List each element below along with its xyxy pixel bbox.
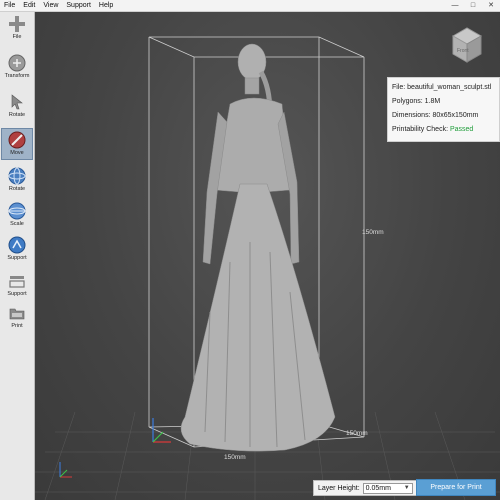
transform-icon — [8, 54, 26, 72]
info-dimensions: Dimensions: 80x65x150mm — [392, 112, 479, 119]
menu-support[interactable]: Support — [62, 0, 95, 11]
move-brush-icon — [8, 131, 26, 149]
view-cube-label: Front — [457, 48, 469, 54]
tool-scale[interactable]: Scale — [1, 200, 33, 232]
tool-label: Support — [7, 255, 27, 261]
tool-rotate-globe[interactable]: Rotate — [1, 165, 33, 197]
tool-support-tray[interactable]: Support — [1, 270, 33, 302]
printability-status: Passed — [449, 126, 474, 133]
plus-icon — [9, 16, 25, 32]
menu-edit[interactable]: Edit — [19, 0, 39, 11]
statue-model — [180, 43, 336, 452]
prepare-for-print-button[interactable]: Prepare for Print — [416, 479, 496, 496]
support-icon — [8, 236, 26, 254]
dimension-width-label: 150mm — [224, 454, 246, 461]
left-toolbar: File Transform Rotate Move Rotate Scale — [0, 12, 35, 500]
scale-globe-icon — [8, 202, 26, 220]
layer-height-control: Layer Height: 0.05mm ▼ — [313, 480, 418, 496]
view-cube-icon: Front — [451, 27, 483, 63]
tool-print[interactable]: Print — [1, 302, 33, 334]
tool-label: Scale — [10, 221, 24, 227]
tool-label: Move — [10, 150, 24, 156]
tool-label: File — [12, 34, 22, 40]
tool-label: Transform — [4, 73, 30, 79]
support-tray-icon — [9, 276, 25, 288]
tool-label: Rotate — [8, 112, 26, 118]
dimension-depth-label: 150mm — [346, 430, 368, 437]
bottom-controls: Layer Height: 0.05mm ▼ — [313, 479, 418, 497]
tool-transform[interactable]: Transform — [1, 52, 33, 84]
maximize-button[interactable]: □ — [464, 0, 482, 11]
menu-bar: File Edit View Support Help — □ ✕ — [0, 0, 500, 12]
mini-axis-icon — [59, 462, 72, 478]
info-polygons: Polygons: 1.8M — [392, 98, 441, 105]
tool-move[interactable]: Move — [1, 128, 33, 160]
dimension-height-label: 150mm — [362, 229, 384, 236]
minimize-button[interactable]: — — [446, 0, 464, 11]
model-info-panel: File: beautiful_woman_sculpt.stl Polygon… — [387, 77, 500, 142]
layer-height-value: 0.05mm — [365, 484, 391, 492]
menu-help[interactable]: Help — [95, 0, 117, 11]
tool-label: Rotate — [8, 186, 26, 192]
layer-height-label: Layer Height: — [318, 484, 360, 492]
cursor-arrow-icon — [11, 94, 23, 110]
print-folder-icon — [9, 308, 25, 320]
info-file: File: beautiful_woman_sculpt.stl — [392, 84, 492, 91]
close-button[interactable]: ✕ — [482, 0, 500, 11]
tool-file[interactable]: File — [1, 13, 33, 45]
tool-support[interactable]: Support — [1, 234, 33, 266]
tool-label: Support — [7, 291, 27, 297]
info-printability: Printability Check: Passed — [392, 123, 495, 137]
menu-view[interactable]: View — [39, 0, 62, 11]
printability-label: Printability Check: — [392, 126, 450, 133]
tool-rotate[interactable]: Rotate — [1, 91, 33, 123]
tool-label: Print — [11, 323, 23, 329]
window-controls: — □ ✕ — [446, 0, 500, 11]
rotate-globe-icon — [8, 167, 26, 185]
menu-file[interactable]: File — [0, 0, 19, 11]
chevron-down-icon: ▼ — [403, 485, 410, 491]
layer-height-select[interactable]: 0.05mm ▼ — [362, 482, 413, 494]
